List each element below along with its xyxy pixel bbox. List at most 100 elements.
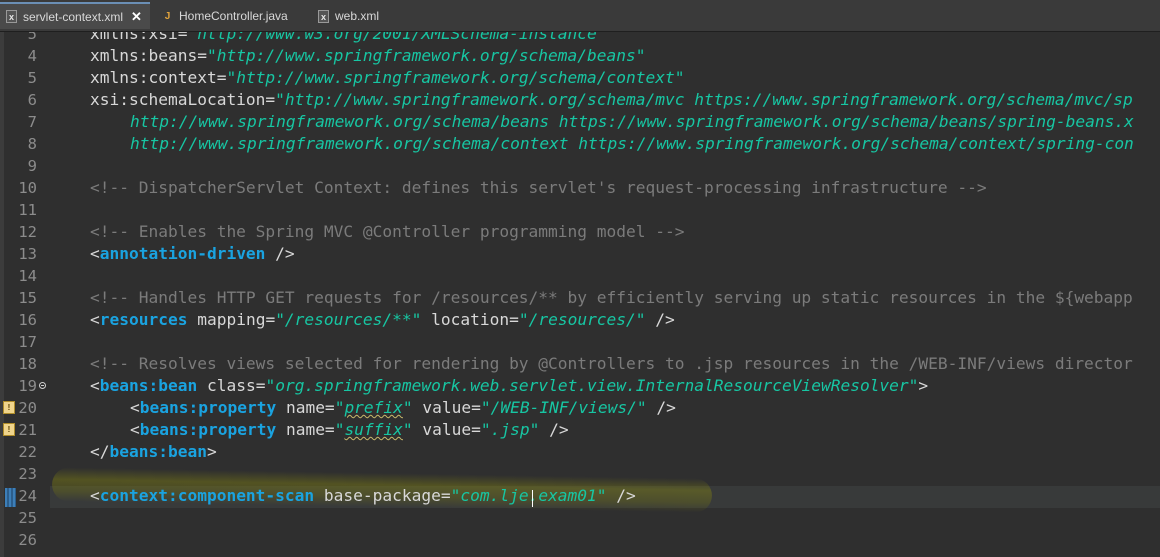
line-number: 19 bbox=[18, 377, 37, 395]
java-file-icon: J bbox=[164, 10, 171, 22]
xml-tag-name: annotation-driven bbox=[99, 244, 266, 263]
attr-name: xmlns:beans= bbox=[90, 46, 207, 65]
xml-tag-name: beans:property bbox=[139, 420, 277, 439]
code-line: 15 <!-- Handles HTTP GET requests for /r… bbox=[0, 287, 1160, 309]
attr-value: http://www.springframework.org/schema/be… bbox=[130, 112, 1134, 131]
attr-value-quote: " bbox=[402, 420, 413, 439]
line-number: 10 bbox=[18, 179, 37, 197]
code-line: 10 <!-- DispatcherServlet Context: defin… bbox=[0, 177, 1160, 199]
tab-homecontroller-java[interactable]: J HomeController.java bbox=[156, 4, 306, 28]
line-number: 5 bbox=[27, 32, 37, 43]
attr-name: xmlns:context= bbox=[90, 68, 227, 87]
attr-value: suffix bbox=[344, 420, 403, 439]
code-line-current[interactable]: 24 <context:component-scan base-package=… bbox=[0, 485, 1160, 507]
attr-name: value= bbox=[422, 420, 481, 439]
xml-comment: <!-- Handles HTTP GET requests for /reso… bbox=[90, 288, 1133, 307]
line-number: 18 bbox=[18, 355, 37, 373]
code-line: 9 bbox=[0, 155, 1160, 177]
line-number: 6 bbox=[27, 91, 37, 109]
xml-file-icon: x bbox=[6, 10, 17, 23]
line-number: 26 bbox=[18, 531, 37, 549]
attr-value: "http://www.w3.org/2001/XMLSchema-instan… bbox=[187, 32, 607, 43]
attr-name: xmlns:xsi= bbox=[90, 32, 188, 43]
attr-name: name= bbox=[285, 398, 335, 417]
xml-tag-name: beans:bean bbox=[99, 376, 198, 395]
close-icon[interactable]: ✕ bbox=[131, 9, 142, 25]
attr-value-quote: " bbox=[402, 398, 413, 417]
attr-value: prefix bbox=[344, 398, 403, 417]
line-number: 22 bbox=[18, 443, 37, 461]
attr-name: value= bbox=[422, 398, 481, 417]
line-number: 11 bbox=[18, 201, 37, 219]
xml-comment: <!-- DispatcherServlet Context: defines … bbox=[90, 178, 987, 197]
attr-name: mapping= bbox=[197, 310, 276, 329]
code-line: 5 xmlns:context="http://www.springframew… bbox=[0, 67, 1160, 89]
code-line: 14 bbox=[0, 265, 1160, 287]
attr-value-quote: " bbox=[334, 420, 345, 439]
attr-value: "com.lje.exam01" bbox=[450, 486, 607, 505]
attr-value: http://www.springframework.org/schema/co… bbox=[130, 134, 1134, 153]
tab-label: web.xml bbox=[335, 9, 380, 23]
code-line: 22 </beans:bean> bbox=[0, 441, 1160, 463]
code-line: 20 <beans:property name="prefix" value="… bbox=[0, 397, 1160, 419]
tab-servlet-context-xml[interactable]: x servlet-context.xml ✕ bbox=[0, 2, 150, 29]
attr-value: "/resources/" bbox=[518, 310, 646, 329]
attr-value-quote: " bbox=[334, 398, 345, 417]
attr-name: class= bbox=[206, 376, 266, 395]
attr-value: "http://www.springframework.org/schema/b… bbox=[206, 46, 646, 65]
code-line: 25 bbox=[0, 507, 1160, 529]
code-line: 12 <!-- Enables the Spring MVC @Controll… bbox=[0, 221, 1160, 243]
code-line: 8 http://www.springframework.org/schema/… bbox=[0, 133, 1160, 155]
attr-name: name= bbox=[285, 420, 335, 439]
line-number: 4 bbox=[27, 47, 37, 65]
tab-web-xml[interactable]: x web.xml bbox=[312, 4, 402, 28]
attr-name: xsi:schemaLocation= bbox=[90, 90, 276, 109]
line-number: 14 bbox=[18, 267, 37, 285]
attr-value: "http://www.springframework.org/schema/c… bbox=[226, 68, 685, 87]
tab-label: servlet-context.xml bbox=[23, 9, 124, 24]
line-number: 8 bbox=[27, 135, 37, 153]
line-number: 13 bbox=[18, 245, 37, 263]
code-line: 17 bbox=[0, 331, 1160, 353]
line-number: 17 bbox=[18, 333, 37, 351]
code-line: 21 <beans:property name="suffix" value="… bbox=[0, 419, 1160, 441]
line-number: 25 bbox=[18, 509, 37, 527]
line-number: 24 bbox=[18, 487, 37, 505]
text-cursor bbox=[532, 490, 533, 507]
editor-tab-bar: x servlet-context.xml ✕ J HomeController… bbox=[0, 0, 1160, 32]
code-line: 23 bbox=[0, 463, 1160, 485]
warning-marker-icon[interactable]: ! bbox=[3, 401, 15, 414]
code-line: 16 <resources mapping="/resources/**" lo… bbox=[0, 309, 1160, 331]
code-line: 11 bbox=[0, 199, 1160, 221]
attr-value: ".jsp" bbox=[480, 420, 540, 439]
code-line: 5 xmlns:xsi="http://www.w3.org/2001/XMLS… bbox=[0, 32, 1160, 45]
code-line: 4 xmlns:beans="http://www.springframewor… bbox=[0, 45, 1160, 67]
xml-tag-name: beans:property bbox=[139, 398, 277, 417]
code-line: 13 <annotation-driven /> bbox=[0, 243, 1160, 265]
code-line: 6 xsi:schemaLocation="http://www.springf… bbox=[0, 89, 1160, 111]
fold-collapse-icon[interactable] bbox=[39, 382, 46, 389]
attr-name: base-package= bbox=[323, 486, 451, 505]
xml-tag-name: beans:bean bbox=[109, 442, 207, 461]
line-number: 23 bbox=[18, 465, 37, 483]
code-line: 7 http://www.springframework.org/schema/… bbox=[0, 111, 1160, 133]
attr-value: "/WEB-INF/views/" bbox=[480, 398, 647, 417]
line-number: 12 bbox=[18, 223, 37, 241]
code-line: 19 <beans:bean class="org.springframewor… bbox=[0, 375, 1160, 397]
xml-file-icon: x bbox=[318, 9, 329, 23]
xml-tag-name: context:component-scan bbox=[99, 486, 315, 505]
line-number: 15 bbox=[18, 289, 37, 307]
attr-value: "org.springframework.web.servlet.view.In… bbox=[265, 376, 919, 395]
xml-comment: <!-- Resolves views selected for renderi… bbox=[90, 354, 1133, 373]
code-line: 18 <!-- Resolves views selected for rend… bbox=[0, 353, 1160, 375]
line-number: 16 bbox=[18, 311, 37, 329]
xml-comment: <!-- Enables the Spring MVC @Controller … bbox=[90, 222, 685, 241]
line-number: 5 bbox=[27, 69, 37, 87]
attr-name: location= bbox=[431, 310, 519, 329]
warning-marker-icon[interactable]: ! bbox=[3, 423, 15, 436]
tab-label: HomeController.java bbox=[179, 9, 288, 23]
attr-value: "http://www.springframework.org/schema/m… bbox=[275, 90, 1133, 109]
code-line: 26 bbox=[0, 529, 1160, 551]
xml-tag-name: resources bbox=[99, 310, 188, 329]
code-editor[interactable]: 5 xmlns:xsi="http://www.w3.org/2001/XMLS… bbox=[0, 32, 1160, 557]
